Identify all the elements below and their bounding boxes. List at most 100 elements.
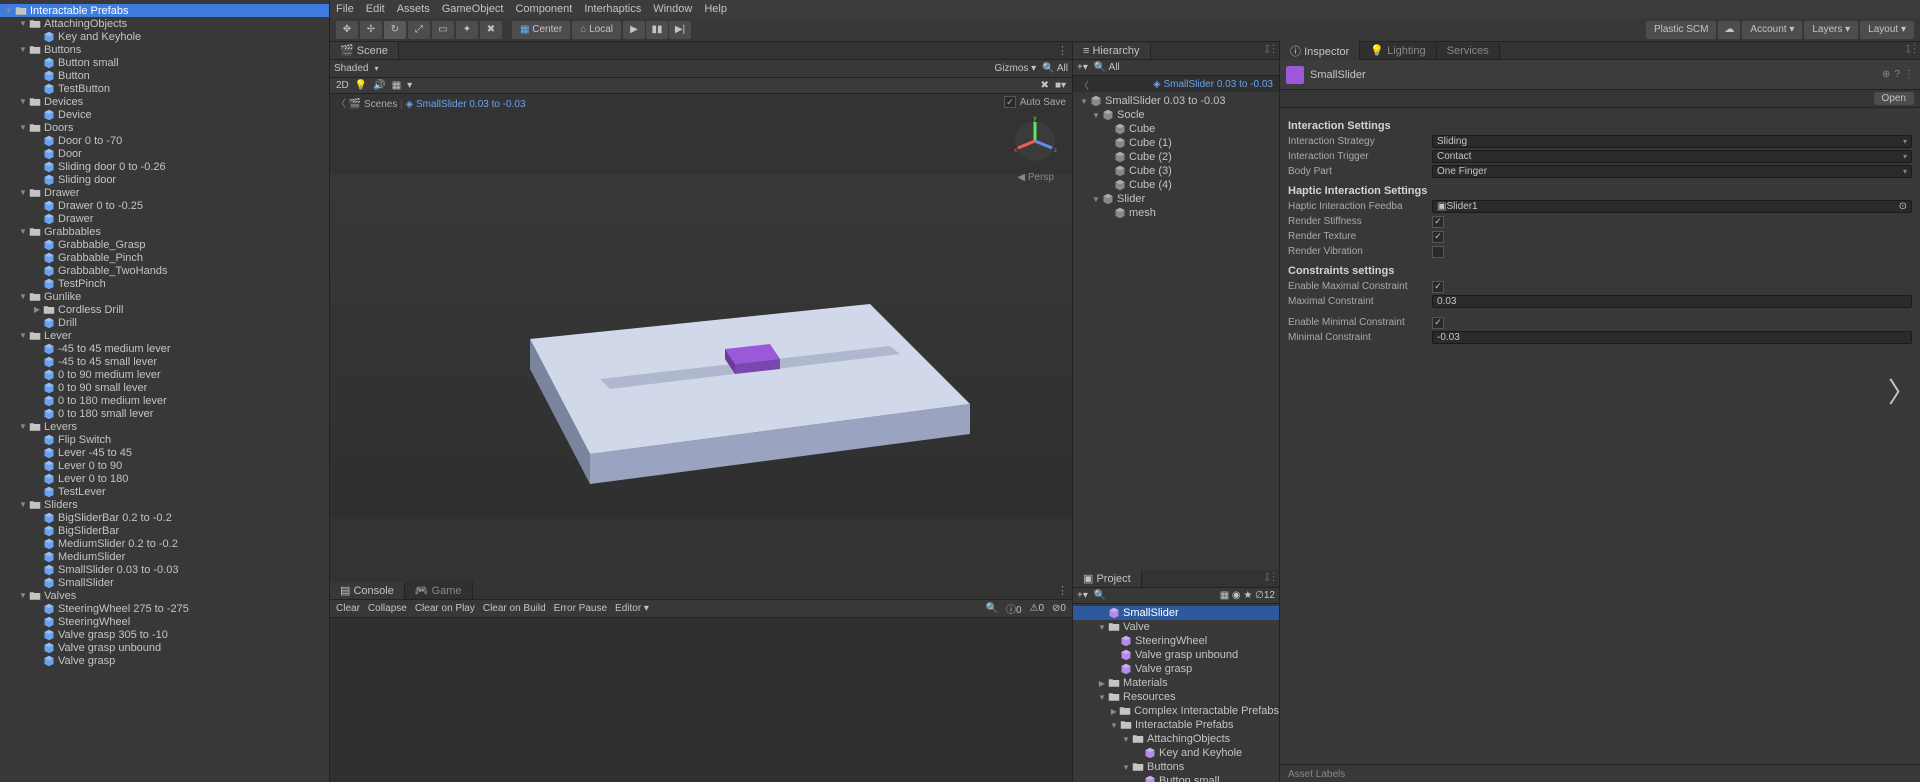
haptic-feedback-field[interactable]: ▣ Slider1⊙ [1432, 200, 1912, 213]
tool-hand[interactable]: ✥ [336, 21, 358, 39]
bc-scenes[interactable]: 🎬 Scenes [349, 99, 398, 110]
tab-project[interactable]: ▣ Project [1073, 570, 1142, 587]
project-item[interactable]: SmallSlider [1073, 606, 1279, 620]
min-constraint-field[interactable]: -0.03 [1432, 331, 1912, 344]
project-item[interactable]: ▼Resources [1073, 690, 1279, 704]
tree-item[interactable]: ▶SmallSlider [0, 576, 329, 589]
tab-game[interactable]: 🎮 Game [405, 582, 473, 599]
tree-item[interactable]: ▶0 to 90 medium lever [0, 368, 329, 381]
tab-lighting[interactable]: 💡 Lighting [1360, 42, 1436, 59]
enable-max-constraint-checkbox[interactable]: ✓ [1432, 281, 1444, 293]
project-item[interactable]: Key and Keyhole [1073, 746, 1279, 760]
tree-item[interactable]: ▶MediumSlider [0, 550, 329, 563]
menu-assets[interactable]: Assets [397, 3, 430, 15]
project-item[interactable]: ▶Complex Interactable Prefabs [1073, 704, 1279, 718]
console-clear[interactable]: Clear [336, 603, 360, 614]
tree-item[interactable]: ▶SteeringWheel 275 to -275 [0, 602, 329, 615]
project-item[interactable]: ▼Interactable Prefabs [1073, 718, 1279, 732]
tab-hierarchy[interactable]: ≡ Hierarchy [1073, 43, 1151, 59]
tree-item[interactable]: ▶Cordless Drill [0, 303, 329, 316]
menu-component[interactable]: Component [515, 3, 572, 15]
tree-item[interactable]: ▶SteeringWheel [0, 615, 329, 628]
project-item[interactable]: Valve grasp [1073, 662, 1279, 676]
hierarchy-tree[interactable]: ▼SmallSlider 0.03 to -0.03▼SocleCubeCube… [1073, 92, 1279, 570]
space-toggle[interactable]: ⌂ Local [572, 21, 621, 39]
tree-item[interactable]: ▶Grabbable_Grasp [0, 238, 329, 251]
tree-item[interactable]: ▶SmallSlider 0.03 to -0.03 [0, 563, 329, 576]
project-item[interactable]: ▼Valve [1073, 620, 1279, 634]
hierarchy-item[interactable]: Cube (2) [1073, 150, 1279, 164]
project-item[interactable]: ▼Buttons [1073, 760, 1279, 774]
tree-item[interactable]: ▶0 to 90 small lever [0, 381, 329, 394]
pause-button[interactable]: ▮▮ [646, 21, 668, 39]
gizmos-dropdown[interactable]: Gizmos ▾ [995, 63, 1037, 74]
console-body[interactable] [330, 618, 1072, 782]
menu-interhaptics[interactable]: Interhaptics [584, 3, 641, 15]
tree-item[interactable]: ▶Valve grasp 305 to -10 [0, 628, 329, 641]
tree-item[interactable]: ▶Lever 0 to 90 [0, 459, 329, 472]
menu-gameobject[interactable]: GameObject [442, 3, 504, 15]
tree-item[interactable]: ▶Flip Switch [0, 433, 329, 446]
tree-item[interactable]: ▶BigSliderBar 0.2 to -0.2 [0, 511, 329, 524]
tree-item[interactable]: ▼Devices [0, 95, 329, 108]
scene-viewport[interactable]: y z x ◀ Persp [330, 110, 1072, 582]
enable-min-constraint-checkbox[interactable]: ✓ [1432, 317, 1444, 329]
tree-item[interactable]: ▶Drawer 0 to -0.25 [0, 199, 329, 212]
tree-item[interactable]: ▶Valve grasp [0, 654, 329, 667]
tree-item[interactable]: ▼Interactable Prefabs [0, 4, 329, 17]
tree-item[interactable]: ▼Grabbables [0, 225, 329, 238]
bc-prefab[interactable]: ◈ SmallSlider 0.03 to -0.03 [406, 99, 526, 110]
tool-move[interactable]: ✢ [360, 21, 382, 39]
tool-transform[interactable]: ✦ [456, 21, 478, 39]
tree-item[interactable]: ▶-45 to 45 small lever [0, 355, 329, 368]
hierarchy-item[interactable]: mesh [1073, 206, 1279, 220]
orientation-gizmo[interactable]: y z x [1010, 116, 1060, 166]
tree-item[interactable]: ▶Key and Keyhole [0, 30, 329, 43]
project-add[interactable]: +▾ [1077, 590, 1088, 601]
project-item[interactable]: SteeringWheel [1073, 634, 1279, 648]
console-editor-▾[interactable]: Editor ▾ [615, 603, 649, 614]
tree-item[interactable]: ▶0 to 180 medium lever [0, 394, 329, 407]
tree-item[interactable]: ▶Button [0, 69, 329, 82]
render-stiffness-checkbox[interactable]: ✓ [1432, 216, 1444, 228]
project-item[interactable]: ▶Materials [1073, 676, 1279, 690]
tab-services[interactable]: Services [1437, 43, 1500, 59]
hierarchy-item[interactable]: Cube (1) [1073, 136, 1279, 150]
tree-item[interactable]: ▼Doors [0, 121, 329, 134]
left-project-tree[interactable]: ▼Interactable Prefabs▼AttachingObjects▶K… [0, 0, 329, 782]
tree-item[interactable]: ▶Door [0, 147, 329, 160]
tree-item[interactable]: ▶-45 to 45 medium lever [0, 342, 329, 355]
tab-scene[interactable]: 🎬 Scene [330, 42, 399, 59]
plastic-scm[interactable]: Plastic SCM [1646, 21, 1716, 39]
render-texture-checkbox[interactable]: ✓ [1432, 231, 1444, 243]
tree-item[interactable]: ▶Lever -45 to 45 [0, 446, 329, 459]
console-filter[interactable]: 🔍 [986, 603, 998, 614]
hierarchy-item[interactable]: Cube (4) [1073, 178, 1279, 192]
step-button[interactable]: ▶| [669, 21, 691, 39]
interaction-trigger-dropdown[interactable]: Contact [1432, 150, 1912, 163]
persp-label[interactable]: ◀ Persp [1017, 172, 1054, 183]
tree-item[interactable]: ▼Lever [0, 329, 329, 342]
hierarchy-item[interactable]: Cube (3) [1073, 164, 1279, 178]
hierarchy-item[interactable]: ▼Socle [1073, 108, 1279, 122]
project-item[interactable]: ▼AttachingObjects [1073, 732, 1279, 746]
tree-item[interactable]: ▶Drawer [0, 212, 329, 225]
tree-item[interactable]: ▶Grabbable_Pinch [0, 251, 329, 264]
tree-item[interactable]: ▶TestLever [0, 485, 329, 498]
tree-item[interactable]: ▶Grabbable_TwoHands [0, 264, 329, 277]
2d-toggle[interactable]: 2D [336, 80, 349, 91]
next-arrow[interactable]: 〉 [1888, 371, 1916, 411]
hierarchy-item[interactable]: ▼Slider [1073, 192, 1279, 206]
tree-item[interactable]: ▼Sliders [0, 498, 329, 511]
console-filter[interactable]: ⚠0 [1030, 603, 1045, 614]
tree-item[interactable]: ▶Lever 0 to 180 [0, 472, 329, 485]
tree-item[interactable]: ▶BigSliderBar [0, 524, 329, 537]
console-error-pause[interactable]: Error Pause [554, 603, 607, 614]
console-clear-on-play[interactable]: Clear on Play [415, 603, 475, 614]
hierarchy-item[interactable]: Cube [1073, 122, 1279, 136]
tree-item[interactable]: ▶Valve grasp unbound [0, 641, 329, 654]
tab-inspector[interactable]: ⓘ Inspector [1280, 41, 1360, 61]
hierarchy-item[interactable]: ▼SmallSlider 0.03 to -0.03 [1073, 94, 1279, 108]
tree-item[interactable]: ▼AttachingObjects [0, 17, 329, 30]
menu-file[interactable]: File [336, 3, 354, 15]
